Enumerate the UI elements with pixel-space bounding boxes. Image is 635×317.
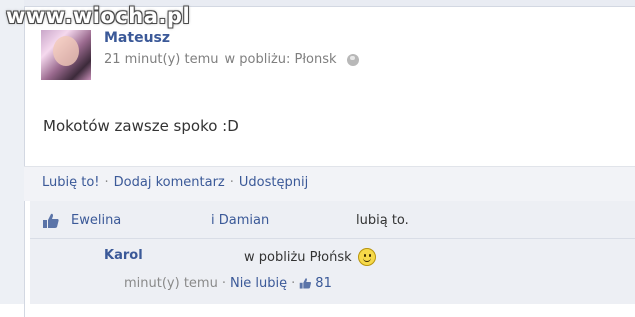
comment-text: w pobliżu Płońsk	[244, 249, 352, 265]
liker-name-ewelina[interactable]: Ewelina	[71, 213, 121, 228]
post-time[interactable]: 21 minut(y) temu	[104, 52, 219, 67]
likes-suffix: lubią to.	[356, 213, 409, 228]
post-location[interactable]: w pobliżu: Płonsk	[225, 52, 337, 67]
like-button[interactable]: Lubię to!	[42, 175, 100, 190]
separator-dot: ·	[221, 276, 226, 291]
page-background-left	[0, 0, 24, 304]
separator-dot: ·	[291, 276, 296, 291]
smiley-icon	[357, 248, 376, 266]
commenter-name[interactable]: Karol	[104, 248, 143, 263]
comment-like-count[interactable]: 81	[315, 276, 332, 291]
post-meta: 21 minut(y) temu w pobliżu: Płonsk	[104, 52, 359, 67]
separator-dot: ·	[229, 175, 234, 190]
commenter-avatar[interactable]	[44, 247, 84, 287]
post-actions: Lubię to! · Dodaj komentarz · Udostępnij	[42, 175, 308, 190]
separator-dot: ·	[104, 175, 109, 190]
comment-meta: minut(y) temu · Nie lubię · 81	[124, 276, 332, 291]
thumbs-up-icon	[300, 278, 312, 289]
unlike-button[interactable]: Nie lubię	[230, 276, 287, 291]
post-author-name[interactable]: Mateusz	[104, 30, 170, 45]
globe-icon[interactable]	[346, 53, 359, 66]
watermark-logo: www.wiocha.pl	[6, 4, 191, 28]
avatar-photo-blur	[53, 36, 79, 66]
add-comment-button[interactable]: Dodaj komentarz	[114, 175, 225, 190]
liker-name-damian[interactable]: i Damian	[211, 213, 269, 228]
comment-text-row: w pobliżu Płońsk	[244, 248, 376, 266]
author-avatar[interactable]	[41, 30, 91, 80]
post-text: Mokotów zawsze spoko :D	[43, 117, 239, 135]
comment-time[interactable]: minut(y) temu	[124, 276, 218, 291]
share-button[interactable]: Udostępnij	[239, 175, 308, 190]
thumbs-up-icon	[43, 213, 59, 228]
